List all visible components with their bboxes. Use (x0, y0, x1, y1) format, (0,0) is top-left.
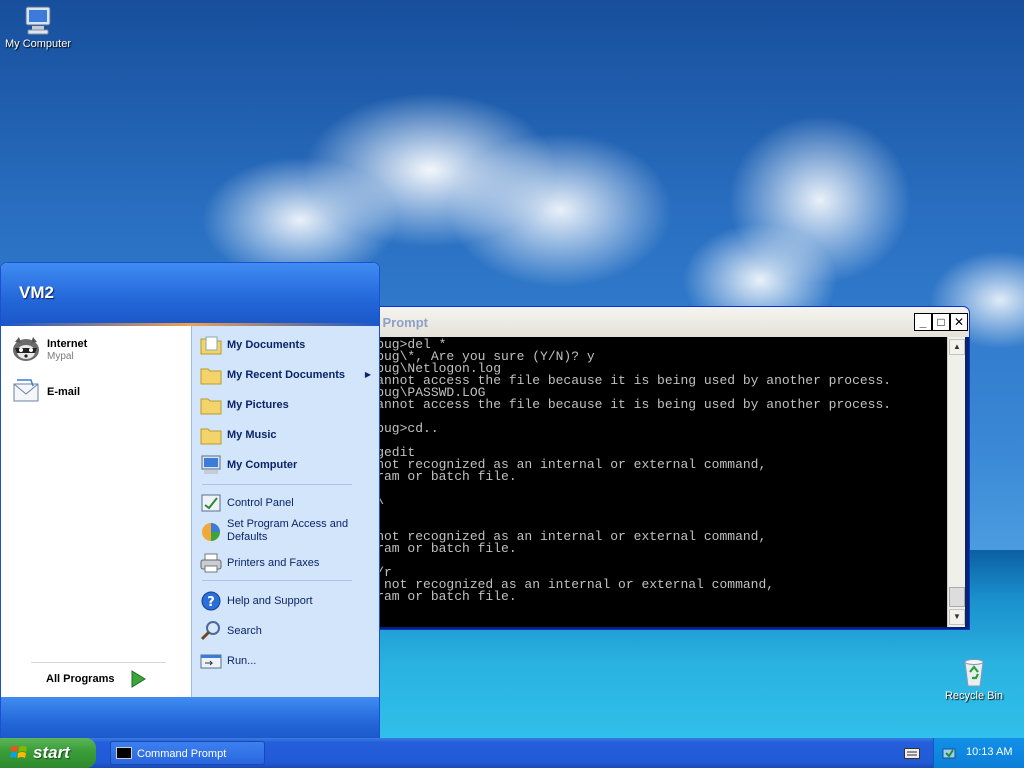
my-computer-icon (201, 455, 221, 474)
pinned-item-title: Internet (47, 338, 88, 350)
menu-item-search[interactable]: Search (200, 618, 375, 644)
start-button[interactable]: start (0, 738, 96, 768)
menu-item-my-documents[interactable]: My Documents (200, 332, 375, 358)
vertical-scrollbar[interactable]: ▲ ▼ (947, 337, 965, 627)
start-label: start (33, 743, 70, 762)
pinned-item-internet[interactable]: Internet Mypal (9, 332, 184, 368)
desktop-icon-label: Recycle Bin (944, 690, 1004, 702)
separator (202, 484, 352, 485)
console-output[interactable]: S\Debug>del * S\Debug\*, Are you sure (Y… (345, 337, 947, 627)
command-prompt-window[interactable]: nd Prompt _ □ ✕ S\Debug>del * S\Debug\*,… (340, 306, 970, 630)
desktop-icon-recycle-bin[interactable]: Recycle Bin (939, 656, 1009, 702)
menu-item-control-panel[interactable]: Control Panel (200, 490, 375, 516)
menu-item-my-computer[interactable]: My Computer (200, 452, 375, 478)
program-access-icon (202, 523, 220, 541)
menu-item-label: Search (227, 625, 262, 637)
menu-item-label: My Computer (227, 459, 298, 471)
window-title-bar[interactable]: nd Prompt _ □ ✕ (341, 307, 969, 337)
run-icon (200, 654, 222, 669)
pinned-item-title: E-mail (47, 386, 81, 398)
submenu-arrow-icon: ▶ (364, 370, 371, 379)
pinned-item-subtitle: Mypal (47, 351, 74, 362)
search-icon (200, 621, 220, 641)
menu-item-label: My Music (227, 429, 277, 441)
music-folder-icon (200, 428, 222, 445)
start-menu: VM2 Internet Mypal E-mail All Programs M… (0, 262, 380, 740)
safely-remove-hardware-icon[interactable] (942, 746, 956, 760)
recycle-bin-icon (964, 659, 984, 687)
email-envelope-icon (13, 379, 39, 402)
control-panel-icon (201, 494, 221, 512)
console-text: S\Debug>del * S\Debug\*, Are you sure (Y… (345, 337, 892, 604)
menu-item-label: My Documents (227, 339, 306, 351)
command-prompt-icon (116, 747, 132, 759)
system-clock[interactable]: 10:13 AM (966, 746, 1012, 758)
maximize-button[interactable]: □ (932, 313, 950, 331)
menu-item-label: My Recent Documents (227, 369, 345, 381)
desktop-icon-my-computer[interactable]: My Computer (3, 4, 73, 50)
scroll-thumb[interactable] (949, 587, 965, 607)
menu-item-label: Printers and Faxes (227, 557, 320, 569)
user-name: VM2 (19, 283, 54, 302)
menu-item-my-music[interactable]: My Music (200, 422, 375, 448)
menu-item-my-pictures[interactable]: My Pictures (200, 392, 375, 418)
raccoon-browser-icon (13, 337, 39, 361)
pictures-folder-icon (200, 398, 222, 415)
desktop-icon-label: My Computer (4, 38, 72, 50)
keyboard-icon[interactable] (904, 746, 920, 760)
taskbar: start Command Prompt 10:13 AM (0, 738, 1024, 768)
menu-item-my-recent-documents[interactable]: My Recent Documents ▶ (200, 362, 375, 388)
menu-item-label: Run... (227, 655, 257, 667)
folder-icon (200, 368, 222, 385)
my-computer-icon (25, 6, 51, 35)
taskbar-item-label: Command Prompt (137, 748, 227, 760)
printer-icon (200, 553, 222, 573)
scroll-down-arrow-icon[interactable]: ▼ (949, 609, 965, 625)
menu-item-label: Control Panel (227, 497, 294, 509)
all-programs-button[interactable]: All Programs (46, 673, 114, 685)
documents-folder-icon (200, 336, 222, 355)
menu-item-run[interactable]: Run... (200, 648, 375, 674)
system-tray: 10:13 AM (933, 738, 1024, 768)
start-menu-footer (1, 697, 379, 739)
help-icon: ? (201, 591, 221, 611)
windows-flag-icon (10, 746, 27, 758)
close-button[interactable]: ✕ (950, 313, 968, 331)
separator (202, 580, 352, 581)
menu-item-label-line2: Defaults (227, 531, 268, 543)
menu-item-help-and-support[interactable]: ? Help and Support (200, 588, 375, 614)
taskbar-item-command-prompt[interactable]: Command Prompt (110, 741, 265, 765)
menu-item-set-program-access[interactable]: Set Program Access and Defaults (200, 516, 375, 548)
minimize-button[interactable]: _ (914, 313, 932, 331)
menu-item-label: Help and Support (227, 595, 313, 607)
menu-item-label: Set Program Access and (227, 518, 349, 530)
green-arrow-icon[interactable] (129, 670, 147, 688)
start-menu-header: VM2 (1, 263, 379, 326)
start-menu-places-list: My Documents My Recent Documents ▶ My Pi… (191, 326, 379, 697)
svg-text:?: ? (207, 595, 215, 610)
scroll-up-arrow-icon[interactable]: ▲ (949, 339, 965, 355)
menu-item-printers-and-faxes[interactable]: Printers and Faxes (200, 550, 375, 576)
separator (31, 662, 166, 663)
start-menu-pinned-list: Internet Mypal E-mail All Programs (1, 326, 191, 697)
pinned-item-email[interactable]: E-mail (9, 374, 184, 410)
menu-item-label: My Pictures (227, 399, 289, 411)
